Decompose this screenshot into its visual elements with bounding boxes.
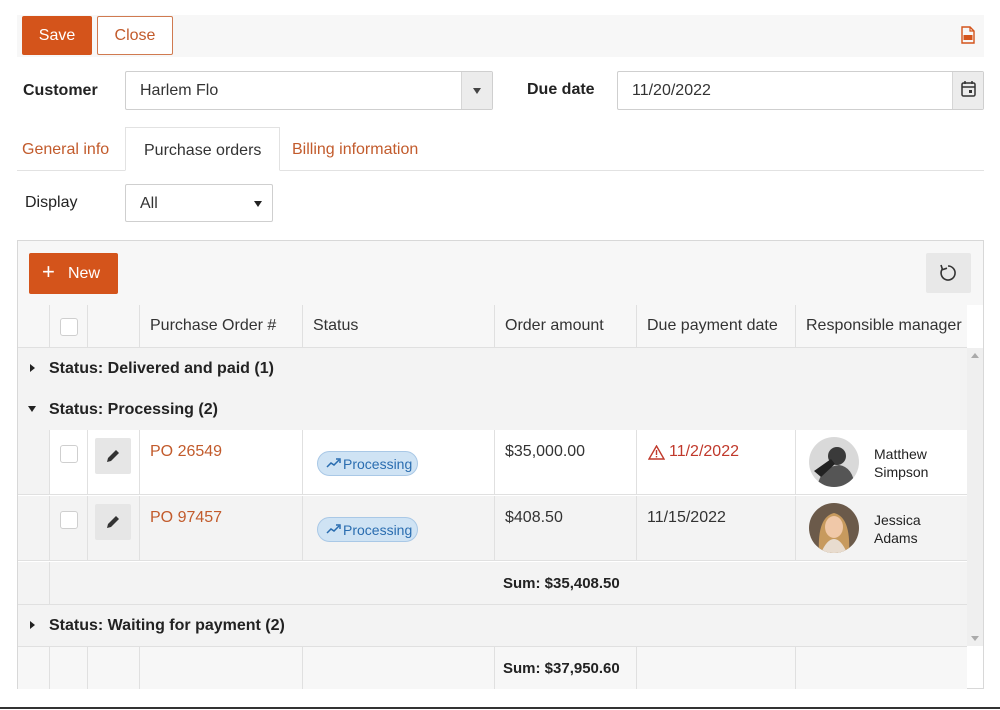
display-select[interactable]: All [125,184,273,222]
group-row[interactable]: Status: Processing (2) [18,389,967,430]
order-amount: $35,000.00 [505,443,586,460]
total-summary-row: Sum: $37,950.60 [18,646,967,689]
expand-icon[interactable] [30,621,35,629]
po-link[interactable]: PO 97457 [150,509,222,527]
pdf-icon[interactable] [960,26,976,44]
due-date-value: 11/20/2022 [632,82,711,99]
po-link[interactable]: PO 26549 [150,443,222,461]
purchase-orders-grid: + New Purchase Order # Status Order amou… [17,240,984,689]
new-label: New [68,265,101,282]
toolbar: Save Close [17,15,984,57]
group-title: Status: Waiting for payment (2) [49,617,285,634]
due-payment-date: 11/2/2022 [669,443,739,460]
manager-name: Jessica Adams [874,512,921,546]
expand-icon[interactable] [30,364,35,372]
select-all-checkbox[interactable] [60,318,78,336]
calendar-icon[interactable] [952,72,983,109]
group-row[interactable]: Status: Waiting for payment (2) [18,605,967,646]
grid-toolbar: + New [18,241,983,305]
avatar [809,503,859,553]
column-due-payment-date[interactable]: Due payment date [637,305,796,347]
scroll-up-icon[interactable] [971,353,979,358]
column-purchase-order[interactable]: Purchase Order # [140,305,303,347]
row-checkbox[interactable] [60,511,78,529]
tab-purchase-orders[interactable]: Purchase orders [125,127,281,171]
plus-icon: + [42,259,55,284]
status-badge: Processing [317,451,418,476]
tab-bar: General info Purchase orders Billing inf… [17,127,984,171]
row-checkbox[interactable] [60,445,78,463]
customer-value: Harlem Flo [140,82,219,99]
collapse-icon[interactable] [28,406,36,412]
group-sum: Sum: $35,408.50 [503,575,620,592]
group-title: Status: Delivered and paid (1) [49,360,274,377]
chevron-down-icon[interactable] [461,72,492,109]
column-status[interactable]: Status [303,305,495,347]
warning-icon [648,445,665,460]
status-text: Processing [343,456,413,472]
due-date-input[interactable]: 11/20/2022 [617,71,984,110]
manager-name: Matthew Simpson [874,446,929,480]
display-value: All [140,195,158,212]
column-responsible-manager[interactable]: Responsible manager [796,305,967,347]
tab-general-info[interactable]: General info [22,127,109,171]
status-text: Processing [343,522,413,538]
status-badge: Processing [317,517,418,542]
due-payment-date: 11/15/2022 [647,509,726,526]
table-row[interactable]: PO 97457 Processing $408.50 11/15/2022 J… [18,496,967,561]
column-order-amount[interactable]: Order amount [495,305,637,347]
refresh-icon [940,264,956,281]
group-title: Status: Processing (2) [49,401,218,418]
edit-button[interactable] [95,504,131,540]
grid-header: Purchase Order # Status Order amount Due… [18,305,967,348]
close-button[interactable]: Close [97,16,173,55]
group-summary-row: Sum: $35,408.50 [18,562,967,605]
display-label: Display [25,194,78,211]
customer-select[interactable]: Harlem Flo [125,71,493,110]
save-button[interactable]: Save [22,16,92,55]
refresh-button[interactable] [926,253,971,293]
pencil-icon [107,450,119,462]
new-button[interactable]: + New [29,253,118,294]
trend-up-icon [326,458,341,468]
vertical-scrollbar[interactable] [967,348,983,646]
total-sum: Sum: $37,950.60 [503,660,620,677]
trend-up-icon [326,524,341,534]
due-date-label: Due date [527,81,595,98]
pencil-icon [107,516,119,528]
customer-label: Customer [23,82,98,99]
avatar [809,437,859,487]
edit-button[interactable] [95,438,131,474]
group-row[interactable]: Status: Delivered and paid (1) [18,348,967,389]
table-row[interactable]: PO 26549 Processing $35,000.00 11/2/2022 [18,430,967,495]
divider [0,707,1000,709]
scroll-down-icon[interactable] [971,636,979,641]
order-amount: $408.50 [505,509,563,526]
chevron-down-icon [254,201,262,207]
tab-billing-information[interactable]: Billing information [292,127,418,171]
